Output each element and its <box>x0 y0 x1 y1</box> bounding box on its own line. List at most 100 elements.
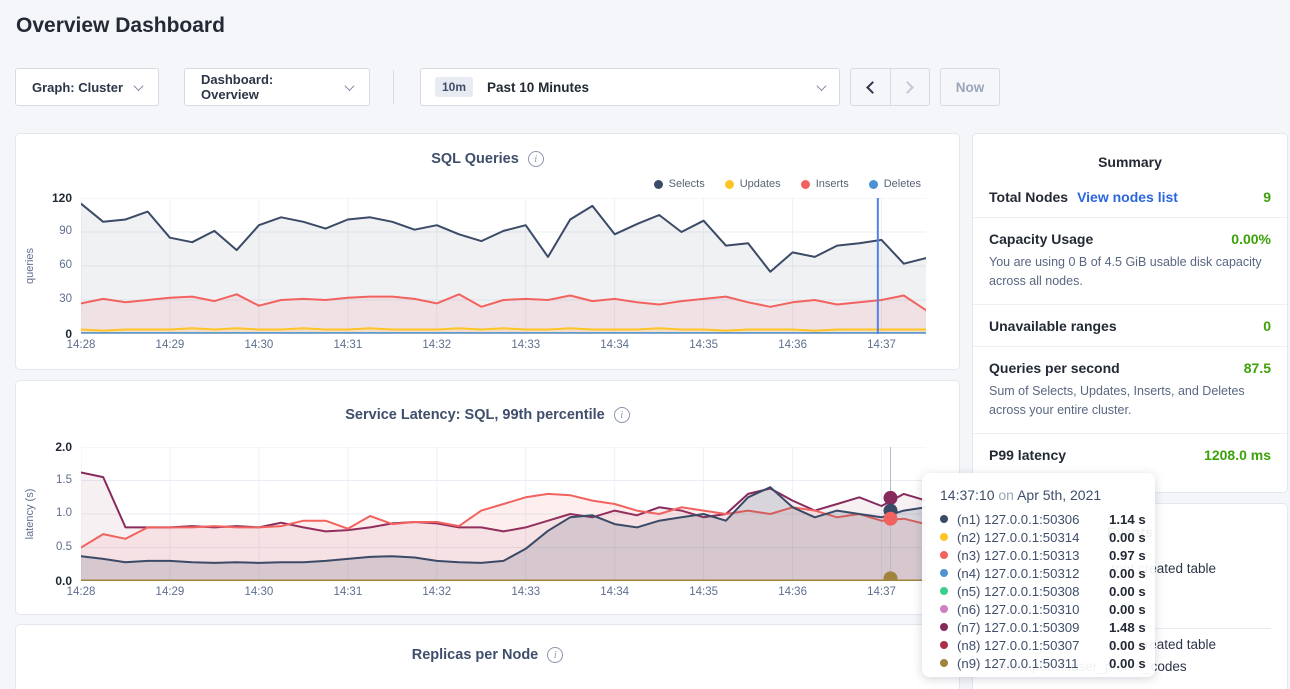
x-tick-label: 14:31 <box>326 339 370 351</box>
tooltip-node-label: (n9) 127.0.0.1:50311 <box>957 656 1109 671</box>
summary-item-label: Total Nodes <box>989 189 1068 205</box>
legend-item-Updates[interactable]: Updates <box>725 178 781 190</box>
legend-dot-icon <box>869 180 878 189</box>
series-color-dot-icon <box>940 623 948 631</box>
y-tick-label: 0.5 <box>16 541 72 553</box>
series-color-dot-icon <box>940 641 948 649</box>
tooltip-node-label: (n7) 127.0.0.1:50309 <box>957 620 1109 635</box>
info-icon[interactable]: i <box>614 407 630 423</box>
y-tick-label: 120 <box>16 191 72 205</box>
x-tick-label: 14:35 <box>682 586 726 598</box>
x-tick-label: 14:35 <box>682 339 726 351</box>
x-axis-ticks: 14:2814:2914:3014:3114:3214:3314:3414:35… <box>81 339 926 355</box>
y-axis-ticks: 0.00.51.01.52.0 <box>16 447 72 581</box>
legend-label: Deletes <box>884 178 921 190</box>
replicas-panel: Replicas per Node i <box>15 624 960 689</box>
summary-item-value: 87.5 <box>1244 360 1271 376</box>
x-tick-label: 14:33 <box>504 586 548 598</box>
tooltip-row: (n9) 127.0.0.1:503110.00 s <box>940 654 1155 672</box>
legend-item-Selects[interactable]: Selects <box>654 178 705 190</box>
chart-title: Service Latency: SQL, 99th percentile <box>345 407 605 423</box>
tooltip-timestamp: 14:37:10 on Apr 5th, 2021 <box>940 487 1155 503</box>
x-tick-label: 14:28 <box>59 339 103 351</box>
x-tick-label: 14:32 <box>415 586 459 598</box>
summary-title: Summary <box>973 134 1287 176</box>
view-nodes-list-link[interactable]: View nodes list <box>1077 189 1178 205</box>
tooltip-row: (n7) 127.0.0.1:503091.48 s <box>940 618 1155 636</box>
summary-panel: Summary Total Nodes View nodes list 9 Ca… <box>972 133 1288 493</box>
summary-item-label: Queries per second <box>989 360 1120 376</box>
y-tick-label: 2.0 <box>16 440 72 454</box>
tooltip-node-label: (n5) 127.0.0.1:50308 <box>957 584 1109 599</box>
x-tick-label: 14:37 <box>860 339 904 351</box>
summary-item-value: 9 <box>1263 189 1271 205</box>
tooltip-on: on <box>998 487 1014 503</box>
tooltip-node-label: (n8) 127.0.0.1:50307 <box>957 638 1109 653</box>
time-range-badge: 10m <box>435 77 473 97</box>
time-back-button[interactable] <box>851 69 890 105</box>
page-title: Overview Dashboard <box>16 14 225 38</box>
x-tick-label: 14:33 <box>504 339 548 351</box>
now-button[interactable]: Now <box>940 68 1000 106</box>
tooltip-node-value: 0.00 s <box>1109 566 1146 581</box>
summary-item-label: Unavailable ranges <box>989 318 1117 334</box>
summary-item-label: P99 latency <box>989 447 1066 463</box>
tooltip-row: (n3) 127.0.0.1:503130.97 s <box>940 546 1155 564</box>
graph-dropdown[interactable]: Graph: Cluster <box>15 68 159 106</box>
summary-item-p99: P99 latency 1208.0 ms <box>973 434 1287 475</box>
tooltip-node-value: 1.48 s <box>1109 620 1146 635</box>
x-tick-label: 14:32 <box>415 339 459 351</box>
tooltip-node-value: 0.97 s <box>1109 548 1146 563</box>
x-tick-label: 14:37 <box>860 586 904 598</box>
tooltip-row: (n5) 127.0.0.1:503080.00 s <box>940 582 1155 600</box>
x-tick-label: 14:28 <box>59 586 103 598</box>
legend-dot-icon <box>654 180 663 189</box>
latency-panel: Service Latency: SQL, 99th percentile i … <box>15 380 960 615</box>
legend-label: Updates <box>740 178 781 190</box>
x-tick-label: 14:31 <box>326 586 370 598</box>
dashboard-dropdown[interactable]: Dashboard: Overview <box>184 68 370 106</box>
x-tick-label: 14:30 <box>237 339 281 351</box>
summary-item-value: 1208.0 ms <box>1204 447 1271 463</box>
tooltip-node-label: (n1) 127.0.0.1:50306 <box>957 512 1109 527</box>
summary-item-description: Sum of Selects, Updates, Inserts, and De… <box>989 382 1271 421</box>
time-forward-button[interactable] <box>890 69 929 105</box>
series-color-dot-icon <box>940 515 948 523</box>
chart-title-row: Service Latency: SQL, 99th percentile i <box>16 407 959 423</box>
tooltip-node-label: (n4) 127.0.0.1:50312 <box>957 566 1109 581</box>
toolbar-divider <box>393 70 394 104</box>
x-tick-label: 14:29 <box>148 586 192 598</box>
chart-legend: Selects Updates Inserts Deletes <box>654 178 921 190</box>
x-tick-label: 14:36 <box>771 339 815 351</box>
info-icon[interactable]: i <box>547 647 563 663</box>
legend-item-Deletes[interactable]: Deletes <box>869 178 921 190</box>
info-icon[interactable]: i <box>528 151 544 167</box>
x-tick-label: 14:29 <box>148 339 192 351</box>
y-tick-label: 30 <box>16 293 72 305</box>
tooltip-node-value: 0.00 s <box>1109 638 1146 653</box>
summary-item-description: You are using 0 B of 4.5 GiB usable disk… <box>989 253 1271 292</box>
legend-label: Selects <box>669 178 705 190</box>
sql-queries-chart[interactable] <box>81 198 926 334</box>
y-tick-label: 1.5 <box>16 474 72 486</box>
chevron-down-icon <box>134 81 144 91</box>
now-button-label: Now <box>956 80 985 95</box>
series-color-dot-icon <box>940 587 948 595</box>
legend-dot-icon <box>725 180 734 189</box>
legend-dot-icon <box>801 180 810 189</box>
chart-svg <box>81 198 926 334</box>
latency-chart[interactable] <box>81 447 926 581</box>
chart-title: SQL Queries <box>431 151 519 167</box>
time-range-select[interactable]: 10m Past 10 Minutes <box>420 68 840 106</box>
chart-hover-tooltip: 14:37:10 on Apr 5th, 2021 (n1) 127.0.0.1… <box>922 473 1155 677</box>
chart-title: Replicas per Node <box>412 647 539 663</box>
summary-item-label: Capacity Usage <box>989 231 1093 247</box>
tooltip-node-label: (n6) 127.0.0.1:50310 <box>957 602 1109 617</box>
tooltip-node-value: 1.14 s <box>1109 512 1146 527</box>
legend-item-Inserts[interactable]: Inserts <box>801 178 849 190</box>
tooltip-row: (n6) 127.0.0.1:503100.00 s <box>940 600 1155 618</box>
tooltip-row: (n8) 127.0.0.1:503070.00 s <box>940 636 1155 654</box>
time-step-buttons <box>850 68 930 106</box>
x-tick-label: 14:34 <box>593 586 637 598</box>
hover-point-dot <box>884 512 898 526</box>
